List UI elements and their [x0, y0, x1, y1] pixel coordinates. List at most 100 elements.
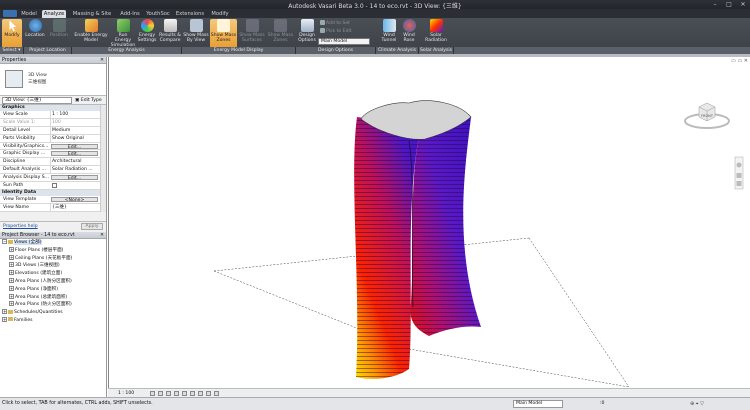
tab-youthsoc[interactable]: YouthSoc: [144, 10, 172, 18]
visual-style-icon[interactable]: [158, 391, 163, 396]
location-button[interactable]: Location: [24, 19, 46, 49]
sun-path-checkbox[interactable]: [52, 183, 57, 189]
lock-view-icon[interactable]: [198, 391, 203, 396]
expand-icon[interactable]: +: [9, 285, 14, 291]
maximize-icon[interactable]: □: [722, 0, 736, 9]
tree-node-elevations[interactable]: + Elevations (建筑立面): [0, 270, 106, 278]
prop-sun-path: Sun Path: [0, 182, 106, 190]
tree-node-views[interactable]: − Views (全部): [0, 239, 106, 247]
close-icon[interactable]: ✕: [736, 0, 750, 9]
navigation-bar[interactable]: [734, 156, 744, 190]
view-template-button[interactable]: <None>: [51, 196, 98, 203]
edit-type-button[interactable]: ▣ Edit Type: [75, 97, 102, 104]
pick-to-edit-button[interactable]: Pick to Edit: [320, 28, 352, 34]
show-mass-surfaces-button[interactable]: Show Mass Surfaces: [238, 19, 266, 49]
expand-icon[interactable]: +: [9, 246, 14, 252]
expand-icon[interactable]: +: [9, 301, 14, 307]
properties-help-link[interactable]: Properties help: [3, 224, 38, 229]
expand-icon[interactable]: +: [2, 316, 7, 322]
view-scale-value[interactable]: 1 : 100: [50, 111, 99, 118]
tree-node-schedules[interactable]: + Schedules/Quantities: [0, 309, 106, 317]
hide-isolate-icon[interactable]: [206, 391, 211, 396]
mass-zones-icon: [217, 19, 230, 32]
tree-node-floor-plans[interactable]: + Floor Plans (楼层平面): [0, 246, 106, 255]
view-instance-select[interactable]: 3D View: {三维}: [2, 97, 72, 104]
tree-node-families[interactable]: + Families: [0, 316, 106, 325]
tree-node-area-plans-2[interactable]: + Area Plans (净面积): [0, 285, 106, 294]
schedules-icon: [8, 309, 13, 314]
steering-wheel-icon[interactable]: [736, 162, 742, 168]
crop-icon[interactable]: [182, 391, 187, 396]
energy-settings-button[interactable]: Energy Settings: [137, 19, 157, 49]
tab-analyze[interactable]: Analyze: [42, 10, 66, 18]
tab-modify[interactable]: Modify: [208, 10, 232, 18]
app-menu-icon[interactable]: [3, 10, 17, 17]
visibility-graphics-edit-button[interactable]: Edit...: [51, 143, 98, 149]
show-mass-zones-button[interactable]: Show Mass Zones: [210, 19, 237, 49]
tree-node-area-plans-3[interactable]: + Area Plans (总建筑面积): [0, 293, 106, 302]
tab-extensions[interactable]: Extensions: [174, 10, 206, 18]
wind-tunnel-button[interactable]: Wind Tunnel: [378, 19, 400, 49]
expand-icon[interactable]: +: [9, 270, 14, 276]
tree-node-area-plans-1[interactable]: + Area Plans (人防分区面积): [0, 277, 106, 286]
detail-level-icon[interactable]: [150, 391, 155, 396]
status-icons[interactable]: ⊕ ⌖ ▽: [690, 401, 704, 407]
design-option-select[interactable]: Main Model: [318, 38, 370, 45]
tab-add-ins[interactable]: Add-Ins: [118, 10, 142, 18]
parts-visibility-value[interactable]: Show Original: [50, 134, 99, 142]
expand-icon[interactable]: +: [2, 309, 7, 315]
shadows-icon[interactable]: [174, 391, 179, 396]
tree-node-area-plans-4[interactable]: + Area Plans (防火分区面积): [0, 301, 106, 309]
zoom-icon[interactable]: [736, 173, 742, 178]
panel-select[interactable]: Select ▾: [0, 47, 24, 54]
add-to-set-button[interactable]: Add to Set: [320, 20, 350, 26]
close-icon[interactable]: ✕: [100, 57, 104, 64]
show-mass-by-view-button[interactable]: Show Mass By View: [183, 19, 209, 49]
minimize-icon[interactable]: –: [708, 0, 722, 9]
properties-scrollbar[interactable]: [100, 105, 106, 212]
design-options-icon: [300, 19, 314, 32]
project-browser-header: Project Browser - 14 to eco.rvt ✕: [0, 232, 106, 239]
tab-model[interactable]: Model: [18, 10, 40, 18]
solar-radiation-button[interactable]: Solar Radiation: [421, 19, 451, 49]
sun-path-icon[interactable]: [166, 391, 171, 396]
modify-button[interactable]: Modify: [2, 19, 22, 49]
detail-level-value[interactable]: Medium: [50, 126, 99, 134]
design-options-button[interactable]: Design Options: [297, 19, 317, 49]
discipline-value[interactable]: Architectural: [50, 158, 99, 166]
properties-grid: Graphics▴ View Scale1 : 100 Scale Value …: [0, 105, 106, 212]
prop-view-name: View Name {三维}: [0, 203, 106, 212]
collapse-icon[interactable]: −: [2, 239, 7, 244]
orbit-icon[interactable]: [736, 181, 742, 186]
active-workset-select[interactable]: Main Model: [513, 400, 563, 408]
view-name-value[interactable]: {三维}: [50, 203, 99, 211]
expand-icon[interactable]: +: [9, 277, 14, 283]
expand-icon[interactable]: +: [9, 262, 14, 268]
reveal-hidden-icon[interactable]: [214, 391, 219, 396]
views-icon: [8, 239, 13, 244]
tab-massing-site[interactable]: Massing & Site: [68, 10, 116, 18]
building-mass[interactable]: [354, 100, 481, 379]
type-selector[interactable]: 3D View 三维视图: [0, 64, 106, 96]
view-cube[interactable]: FRONT: [684, 102, 730, 129]
wind-rose-button[interactable]: Wind Rose: [401, 19, 417, 49]
model-canvas: FRONT: [213, 100, 744, 388]
graphic-display-edit-button[interactable]: Edit...: [51, 151, 98, 157]
position-button[interactable]: Position: [48, 19, 70, 49]
tree-node-ceiling-plans[interactable]: + Ceiling Plans (天花板平面): [0, 254, 106, 263]
analysis-display-edit-button[interactable]: Edit...: [51, 175, 98, 181]
apply-button[interactable]: Apply: [81, 223, 103, 230]
3d-viewport[interactable]: ▭ ▭ ✕ FRONT: [108, 57, 750, 397]
enable-energy-model-button[interactable]: Enable Energy Model: [73, 19, 109, 49]
close-icon[interactable]: ✕: [100, 232, 104, 239]
tree-node-3d-views[interactable]: +3D Views (三维视图): [0, 262, 106, 270]
default-analysis-value[interactable]: Solar Radiation ...: [50, 166, 99, 174]
show-mass-zones-alt-button[interactable]: Show Mass Zones: [267, 19, 294, 49]
expand-icon[interactable]: +: [9, 254, 14, 260]
panel-climate-analysis: Climate Analysis: [376, 47, 419, 54]
run-energy-simulation-button[interactable]: Run Energy Simulation: [110, 19, 136, 49]
results-compare-button[interactable]: Results & Compare: [158, 19, 182, 49]
expand-icon[interactable]: +: [9, 293, 14, 299]
show-crop-icon[interactable]: [190, 391, 195, 396]
view-scale-button[interactable]: 1 : 100: [118, 390, 134, 397]
